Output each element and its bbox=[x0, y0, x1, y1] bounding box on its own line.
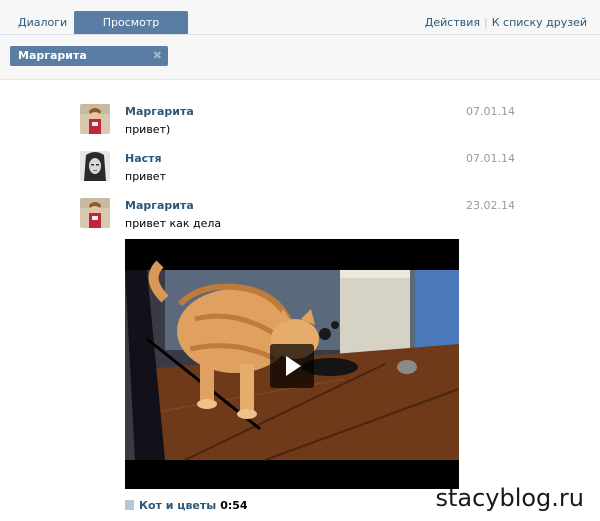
actions-link[interactable]: Действия bbox=[425, 16, 480, 29]
avatar[interactable] bbox=[80, 151, 110, 181]
play-icon[interactable] bbox=[270, 344, 314, 388]
video-icon bbox=[125, 500, 134, 510]
close-icon[interactable]: ✖ bbox=[153, 46, 162, 66]
message-text: привет как дела bbox=[125, 217, 222, 230]
message-date[interactable]: 07.01.14 bbox=[466, 152, 515, 165]
message-author[interactable]: Маргарита bbox=[125, 199, 194, 212]
tab-view-dialogs[interactable]: Просмотр диалогов bbox=[74, 11, 188, 52]
filter-bar: Маргарита ✖ bbox=[0, 35, 600, 80]
message-text: привет bbox=[125, 170, 166, 183]
tab-bar: Диалоги Просмотр диалогов Действия | К спи… bbox=[0, 0, 600, 52]
message-author[interactable]: Настя bbox=[125, 152, 162, 165]
filter-chip[interactable]: Маргарита ✖ bbox=[10, 46, 168, 66]
avatar[interactable] bbox=[80, 198, 110, 228]
message-date[interactable]: 23.02.14 bbox=[466, 199, 515, 212]
watermark: stacyblog.ru bbox=[435, 484, 584, 512]
message-date[interactable]: 07.01.14 bbox=[466, 105, 515, 118]
video-caption: Кот и цветы 0:54 bbox=[125, 499, 248, 512]
separator: | bbox=[484, 16, 488, 29]
video-title[interactable]: Кот и цветы bbox=[139, 499, 216, 512]
top-links: Действия | К списку друзей bbox=[425, 16, 587, 29]
message-author[interactable]: Маргарита bbox=[125, 105, 194, 118]
video-duration: 0:54 bbox=[220, 499, 248, 512]
filter-chip-label: Маргарита bbox=[18, 49, 87, 62]
tab-dialogs[interactable]: Диалоги bbox=[10, 11, 75, 34]
friends-list-link[interactable]: К списку друзей bbox=[492, 16, 587, 29]
message-text: привет) bbox=[125, 123, 171, 136]
avatar[interactable] bbox=[80, 104, 110, 134]
